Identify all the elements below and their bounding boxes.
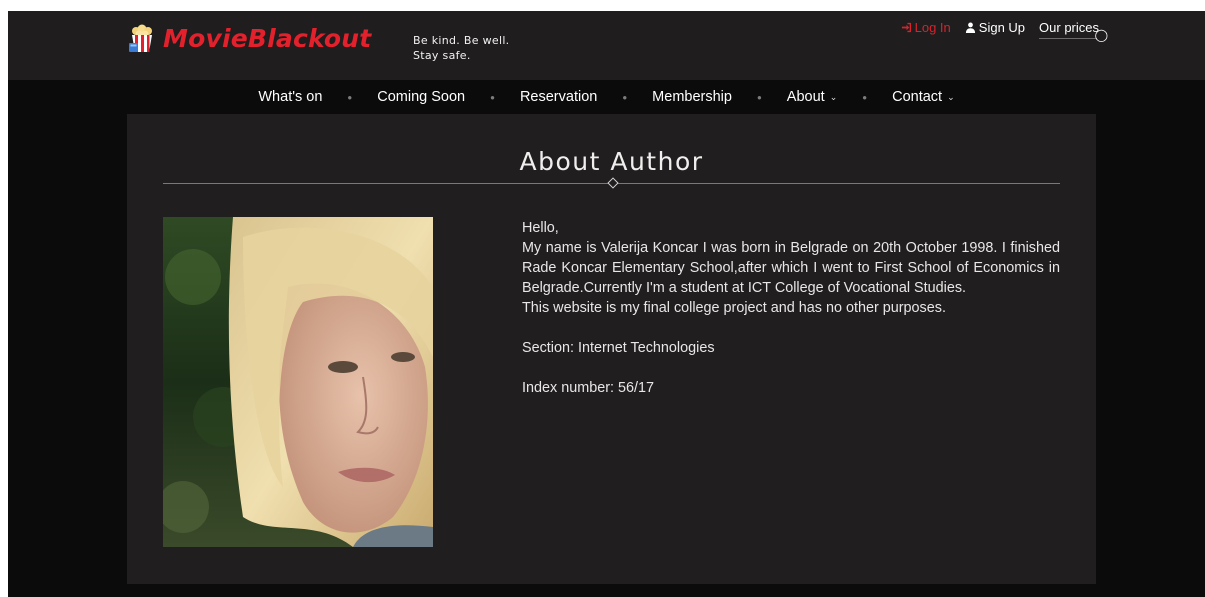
popcorn-icon [129, 24, 152, 52]
nav-whats-on[interactable]: What's on [258, 89, 322, 105]
page-title: About Author [519, 147, 704, 176]
portrait-image [163, 217, 433, 547]
nav-label: Membership [652, 89, 732, 105]
auth-links: Log In Sign Up Our prices ◯ [901, 20, 1108, 42]
chevron-down-icon: ⌄ [947, 91, 955, 102]
top-bar: MovieBlackout Be kind. Be well. Stay saf… [8, 11, 1205, 80]
nav-about[interactable]: About ⌄ [787, 89, 837, 105]
prices-link[interactable]: Our prices ◯ [1039, 20, 1108, 42]
nav-separator: ● [622, 92, 628, 102]
brand-name: MovieBlackout [163, 23, 372, 53]
author-photo [163, 217, 433, 547]
brand-logo[interactable]: MovieBlackout [127, 21, 371, 55]
prices-label: Our prices [1039, 20, 1099, 35]
signup-label: Sign Up [978, 20, 1026, 35]
signup-link[interactable]: Sign Up [965, 20, 1025, 35]
author-bio: Hello, My name is Valerija Koncar I was … [522, 218, 1060, 398]
nav-coming-soon[interactable]: Coming Soon [377, 89, 465, 105]
divider-diamond [607, 177, 619, 189]
nav-label: About [786, 89, 825, 105]
page-frame: MovieBlackout Be kind. Be well. Stay saf… [8, 11, 1205, 597]
chevron-down-icon: ⌄ [829, 91, 838, 102]
sign-in-icon [901, 22, 911, 33]
bio-purpose: This website is my final college project… [522, 300, 946, 316]
login-label: Log In [914, 20, 951, 35]
nav-contact[interactable]: Contact ⌄ [892, 89, 955, 105]
nav-label: Reservation [519, 89, 598, 105]
nav-label: What's on [258, 89, 323, 105]
main-nav: What's on ● Coming Soon ● Reservation ● … [8, 86, 1205, 108]
nav-label: Coming Soon [377, 89, 466, 105]
tagline-line-1: Be kind. Be well. [413, 34, 510, 47]
bio-section: Section: Internet Technologies [522, 340, 715, 356]
about-panel: About Author Hello, My name is Valerija … [127, 114, 1096, 584]
coin-icon: ◯ [1094, 28, 1108, 42]
bio-index: Index number: 56/17 [522, 380, 655, 396]
bio-paragraph: My name is Valerija Koncar I was born in… [522, 240, 1060, 296]
tagline-line-2: Stay safe. [413, 49, 471, 62]
bio-greeting: Hello, [522, 220, 559, 236]
nav-separator: ● [490, 92, 495, 102]
login-link[interactable]: Log In [901, 20, 951, 35]
tagline: Be kind. Be well. Stay safe. [413, 33, 509, 63]
nav-separator: ● [347, 92, 353, 102]
nav-separator: ● [862, 92, 868, 102]
nav-reservation[interactable]: Reservation [520, 89, 597, 105]
nav-separator: ● [756, 92, 762, 102]
prices-underline [1039, 38, 1098, 39]
nav-membership[interactable]: Membership [652, 89, 732, 105]
user-icon [965, 22, 975, 33]
nav-label: Contact [892, 89, 943, 105]
